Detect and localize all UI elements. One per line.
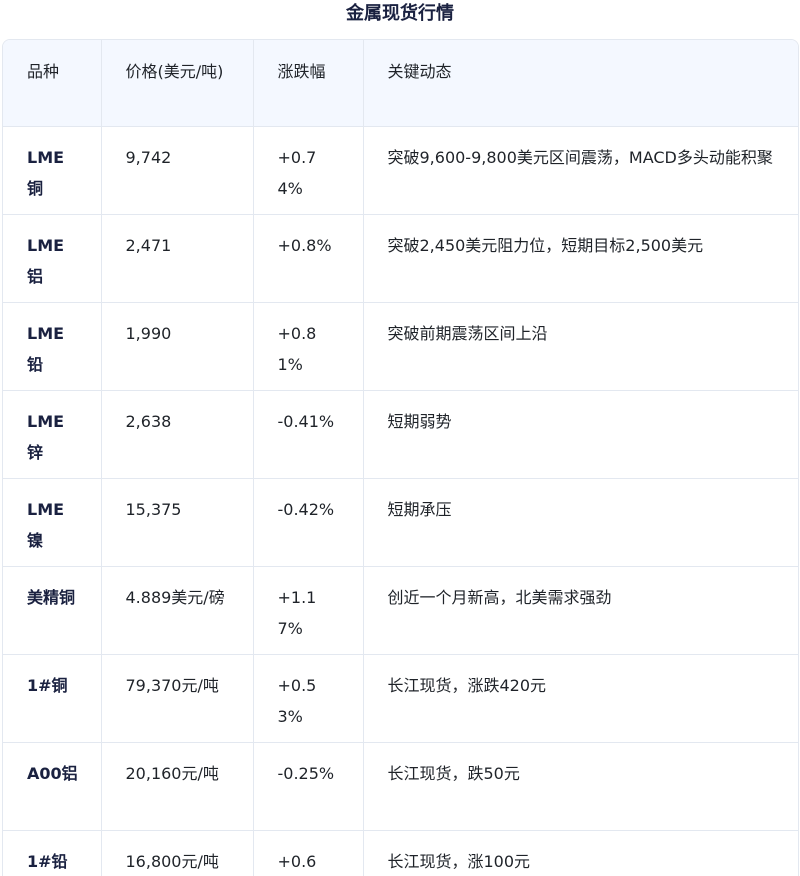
cell-change: +0.60% xyxy=(253,830,364,876)
cell-variety: A00铝 xyxy=(3,742,102,831)
cell-variety: LME铜 xyxy=(3,126,102,215)
cell-news: 长江现货，跌50元 xyxy=(363,742,798,831)
cell-change: +0.81% xyxy=(253,302,364,391)
cell-price: 2,471 xyxy=(101,214,254,303)
cell-change: +0.74% xyxy=(253,126,364,215)
table-row: 1#铅 16,800元/吨 +0.60% 长江现货，涨100元 xyxy=(3,830,798,876)
cell-variety: LME镍 xyxy=(3,478,102,567)
table-row: 1#铜 79,370元/吨 +0.53% 长江现货，涨跌420元 xyxy=(3,654,798,743)
header-price: 价格(美元/吨) xyxy=(101,40,254,127)
cell-price: 15,375 xyxy=(101,478,254,567)
cell-price: 20,160元/吨 xyxy=(101,742,254,831)
cell-variety: 1#铜 xyxy=(3,654,102,743)
cell-change: +0.8% xyxy=(253,214,364,303)
cell-change: +1.17% xyxy=(253,566,364,655)
cell-variety: 1#铅 xyxy=(3,830,102,876)
cell-news: 长江现货，涨100元 xyxy=(363,830,798,876)
cell-variety: LME铝 xyxy=(3,214,102,303)
header-row: 品种 价格(美元/吨) 涨跌幅 关键动态 xyxy=(3,40,798,127)
table-row: LME铝 2,471 +0.8% 突破2,450美元阻力位，短期目标2,500美… xyxy=(3,214,798,303)
metal-spot-table-container: 品种 价格(美元/吨) 涨跌幅 关键动态 LME铜 9,742 +0.74% 突… xyxy=(2,39,799,876)
cell-variety: LME锌 xyxy=(3,390,102,479)
table-row: LME锌 2,638 -0.41% 短期弱势 xyxy=(3,390,798,479)
cell-news: 短期承压 xyxy=(363,478,798,567)
cell-change: -0.41% xyxy=(253,390,364,479)
table-row: LME铅 1,990 +0.81% 突破前期震荡区间上沿 xyxy=(3,302,798,391)
table-row: LME镍 15,375 -0.42% 短期承压 xyxy=(3,478,798,567)
header-change: 涨跌幅 xyxy=(253,40,364,127)
cell-price: 16,800元/吨 xyxy=(101,830,254,876)
cell-news: 突破2,450美元阻力位，短期目标2,500美元 xyxy=(363,214,798,303)
cell-price: 79,370元/吨 xyxy=(101,654,254,743)
table-row: LME铜 9,742 +0.74% 突破9,600-9,800美元区间震荡，MA… xyxy=(3,126,798,215)
table-row: A00铝 20,160元/吨 -0.25% 长江现货，跌50元 xyxy=(3,742,798,831)
cell-news: 突破前期震荡区间上沿 xyxy=(363,302,798,391)
table-body: LME铜 9,742 +0.74% 突破9,600-9,800美元区间震荡，MA… xyxy=(3,126,798,876)
cell-variety: 美精铜 xyxy=(3,566,102,655)
cell-news: 突破9,600-9,800美元区间震荡，MACD多头动能积聚 xyxy=(363,126,798,215)
table-row: 美精铜 4.889美元/磅 +1.17% 创近一个月新高，北美需求强劲 xyxy=(3,566,798,655)
table-header: 品种 价格(美元/吨) 涨跌幅 关键动态 xyxy=(3,40,798,127)
cell-news: 短期弱势 xyxy=(363,390,798,479)
page: 金属现货行情 品种 价格(美元/吨) 涨跌幅 关键动态 LME铜 9,742 +… xyxy=(0,0,800,876)
header-variety: 品种 xyxy=(3,40,102,127)
cell-change: +0.53% xyxy=(253,654,364,743)
metal-spot-table: 品种 价格(美元/吨) 涨跌幅 关键动态 LME铜 9,742 +0.74% 突… xyxy=(3,40,798,876)
cell-change: -0.25% xyxy=(253,742,364,831)
cell-price: 9,742 xyxy=(101,126,254,215)
cell-change: -0.42% xyxy=(253,478,364,567)
cell-news: 创近一个月新高，北美需求强劲 xyxy=(363,566,798,655)
cell-price: 4.889美元/磅 xyxy=(101,566,254,655)
cell-variety: LME铅 xyxy=(3,302,102,391)
cell-price: 2,638 xyxy=(101,390,254,479)
header-news: 关键动态 xyxy=(363,40,798,127)
cell-price: 1,990 xyxy=(101,302,254,391)
cell-news: 长江现货，涨跌420元 xyxy=(363,654,798,743)
page-title: 金属现货行情 xyxy=(346,3,454,24)
